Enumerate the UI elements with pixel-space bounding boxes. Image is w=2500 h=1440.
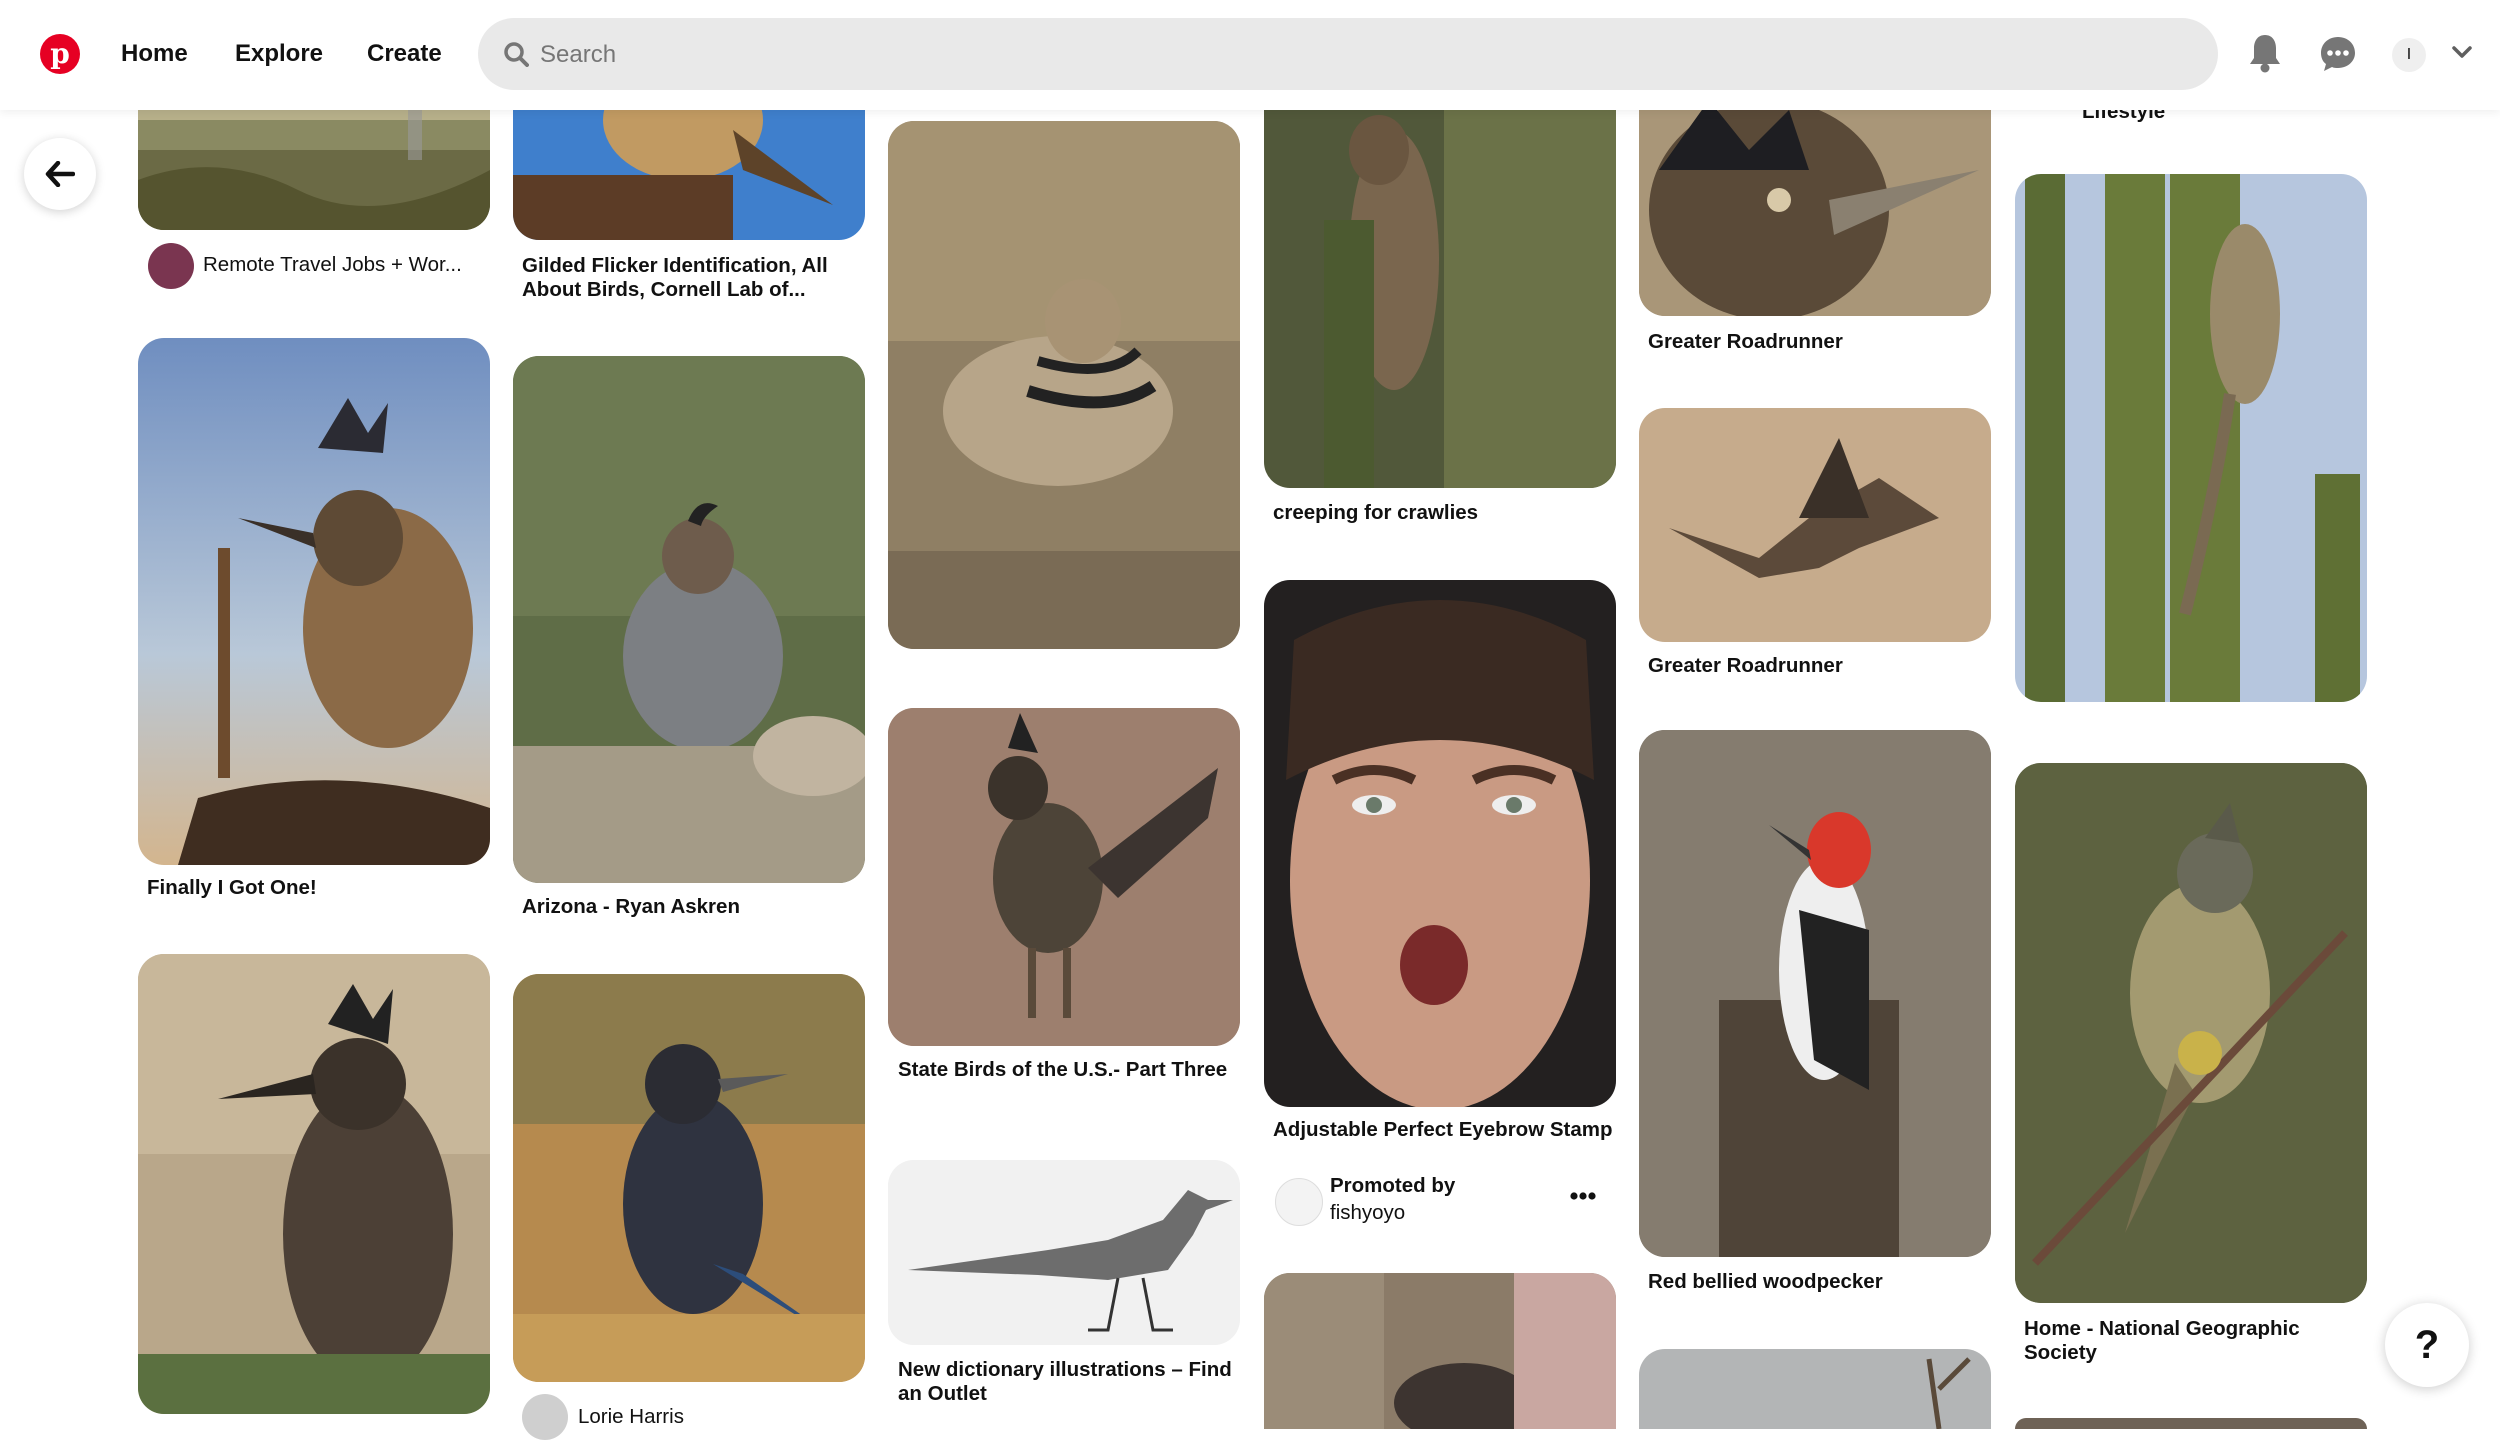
roadrunner-sketch-illustration — [888, 1160, 1240, 1345]
red-bellied-woodpecker-photo — [1639, 730, 1991, 1257]
pin-title[interactable]: State Birds of the U.S.- Part Three — [898, 1058, 1238, 1082]
pin-image[interactable] — [2015, 1418, 2367, 1429]
roadrunner-field-photo — [513, 974, 865, 1382]
roadrunner-lizard-photo — [138, 338, 490, 865]
pin-title[interactable]: Red bellied woodpecker — [1648, 1270, 1988, 1294]
pin-image[interactable] — [138, 954, 490, 1414]
treecreeper-photo — [1264, 60, 1616, 488]
pin-image[interactable] — [1639, 730, 1991, 1257]
more-options-icon[interactable] — [1570, 1192, 1596, 1200]
pin-image[interactable] — [2015, 174, 2367, 702]
promoted-label: Promoted by — [1330, 1174, 1456, 1197]
nav-explore[interactable]: Explore — [235, 34, 323, 74]
nav-create[interactable]: Create — [367, 34, 442, 74]
courser-bird-photo — [888, 121, 1240, 649]
user-avatar[interactable]: I — [2392, 38, 2426, 72]
pin-image[interactable] — [1264, 580, 1616, 1107]
back-button[interactable] — [24, 138, 96, 210]
help-button[interactable]: ? — [2385, 1303, 2469, 1387]
pinterest-logo[interactable]: p — [40, 34, 80, 74]
pin-title[interactable]: Greater Roadrunner — [1648, 330, 1988, 354]
pin-title[interactable]: Gilded Flicker Identification, All About… — [522, 254, 862, 302]
pin-image[interactable] — [888, 708, 1240, 1046]
notifications-bell-icon[interactable] — [2248, 33, 2282, 73]
search-input[interactable] — [538, 18, 2142, 92]
pin-image[interactable] — [888, 1160, 1240, 1345]
search-icon — [504, 42, 529, 67]
branch-photo — [1639, 1349, 1991, 1429]
pin-image[interactable] — [1639, 408, 1991, 642]
search-bar[interactable] — [478, 18, 2218, 92]
pin-title[interactable]: Arizona - Ryan Askren — [522, 895, 862, 919]
bulbul-bird-photo — [2015, 763, 2367, 1303]
advertiser-name[interactable]: fishyoyo — [1330, 1201, 1405, 1225]
pin-title[interactable]: New dictionary illustrations – Find an O… — [898, 1358, 1238, 1406]
messages-icon[interactable] — [2319, 35, 2357, 73]
pin-source[interactable]: Remote Travel Jobs + Wor... — [203, 253, 462, 277]
pin-image[interactable] — [1264, 1273, 1616, 1429]
pin-image[interactable] — [513, 356, 865, 883]
roadrunner-gravel-photo — [888, 708, 1240, 1046]
pin-title[interactable]: Home - National Geographic Society — [2024, 1317, 2364, 1365]
eyebrow-stamp-ad-photo — [1264, 580, 1616, 1107]
roadrunner-flight-photo — [1639, 408, 1991, 642]
pin-image[interactable] — [513, 974, 865, 1382]
roadrunner-photo — [138, 954, 490, 1414]
top-header: p Home Explore Create I — [0, 0, 2500, 110]
source-avatar[interactable] — [148, 243, 194, 289]
pin-image[interactable] — [888, 121, 1240, 649]
iguana-cactus-photo — [2015, 174, 2367, 702]
pin-title[interactable]: Finally I Got One! — [147, 876, 487, 900]
chevron-down-icon[interactable] — [2452, 46, 2472, 60]
pin-title[interactable]: Greater Roadrunner — [1648, 654, 1988, 678]
bird-tree-photo — [1264, 1273, 1616, 1429]
pin-image[interactable] — [2015, 763, 2367, 1303]
pin-title[interactable]: creeping for crawlies — [1273, 501, 1613, 525]
pin-title[interactable]: Adjustable Perfect Eyebrow Stamp — [1273, 1118, 1613, 1142]
logo-letter: p — [50, 37, 70, 70]
gambel-quail-photo — [513, 356, 865, 883]
pin-image[interactable] — [1639, 1349, 1991, 1429]
pin-image[interactable] — [1264, 60, 1616, 488]
source-avatar[interactable] — [522, 1394, 568, 1440]
arrow-left-icon — [45, 161, 75, 187]
nav-home[interactable]: Home — [121, 34, 188, 74]
advertiser-avatar[interactable] — [1275, 1178, 1323, 1226]
pin-image[interactable] — [138, 338, 490, 865]
pin-source[interactable]: Lorie Harris — [578, 1405, 684, 1429]
partial-photo — [2015, 1418, 2367, 1429]
